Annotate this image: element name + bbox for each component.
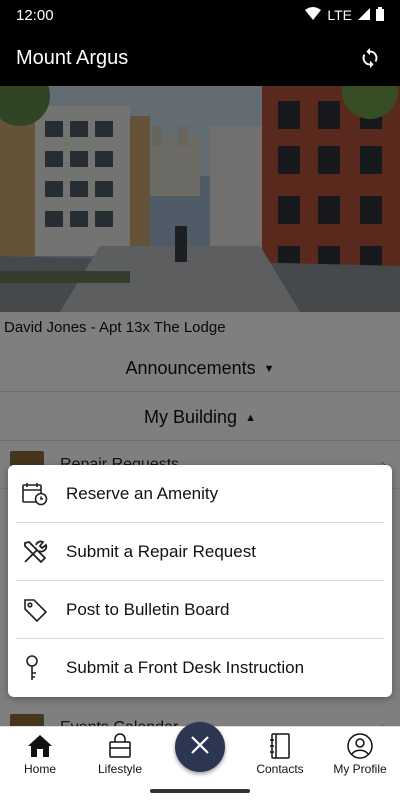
signal-icon xyxy=(358,7,370,23)
person-icon xyxy=(347,732,373,760)
app-title: Mount Argus xyxy=(16,46,129,69)
menu-item-reserve-amenity[interactable]: Reserve an Amenity xyxy=(16,465,384,523)
menu-item-label: Post to Bulletin Board xyxy=(66,599,230,619)
status-time: 12:00 xyxy=(16,6,54,24)
tag-icon xyxy=(16,594,56,626)
nav-lifestyle[interactable]: Lifestyle xyxy=(80,727,160,782)
battery-icon xyxy=(376,6,384,24)
menu-item-repair-request[interactable]: Submit a Repair Request xyxy=(16,523,384,581)
wifi-icon xyxy=(305,6,322,24)
system-gesture-bar xyxy=(0,782,400,800)
nav-my-profile-label: My Profile xyxy=(333,762,387,776)
nav-lifestyle-label: Lifestyle xyxy=(97,762,143,776)
nav-home[interactable]: Home xyxy=(0,727,80,782)
close-menu-button[interactable] xyxy=(175,722,225,772)
status-bar: 12:00 LTE xyxy=(0,0,400,30)
status-icons: LTE xyxy=(305,6,384,24)
nav-contacts-label: Contacts xyxy=(256,762,304,776)
refresh-icon[interactable] xyxy=(356,44,384,72)
home-icon xyxy=(27,732,53,760)
key-icon xyxy=(16,652,56,684)
app-bar: Mount Argus xyxy=(0,30,400,86)
menu-item-label: Reserve an Amenity xyxy=(66,483,219,503)
network-label: LTE xyxy=(327,7,352,23)
tools-icon xyxy=(16,536,56,568)
menu-item-label: Submit a Repair Request xyxy=(66,541,256,561)
home-gesture-handle[interactable] xyxy=(150,789,250,793)
address-book-icon xyxy=(269,732,291,760)
menu-item-front-desk[interactable]: Submit a Front Desk Instruction xyxy=(16,639,384,697)
shopping-bag-icon xyxy=(108,732,132,760)
close-icon xyxy=(189,734,211,761)
menu-item-label: Submit a Front Desk Instruction xyxy=(66,658,305,677)
quick-actions-menu: Reserve an Amenity Submit a Repair Reque… xyxy=(8,465,392,697)
nav-contacts[interactable]: Contacts xyxy=(240,727,320,782)
nav-home-label: Home xyxy=(23,762,56,776)
menu-item-bulletin-board[interactable]: Post to Bulletin Board xyxy=(16,581,384,639)
nav-my-profile[interactable]: My Profile xyxy=(320,727,400,782)
calendar-clock-icon xyxy=(16,478,56,510)
